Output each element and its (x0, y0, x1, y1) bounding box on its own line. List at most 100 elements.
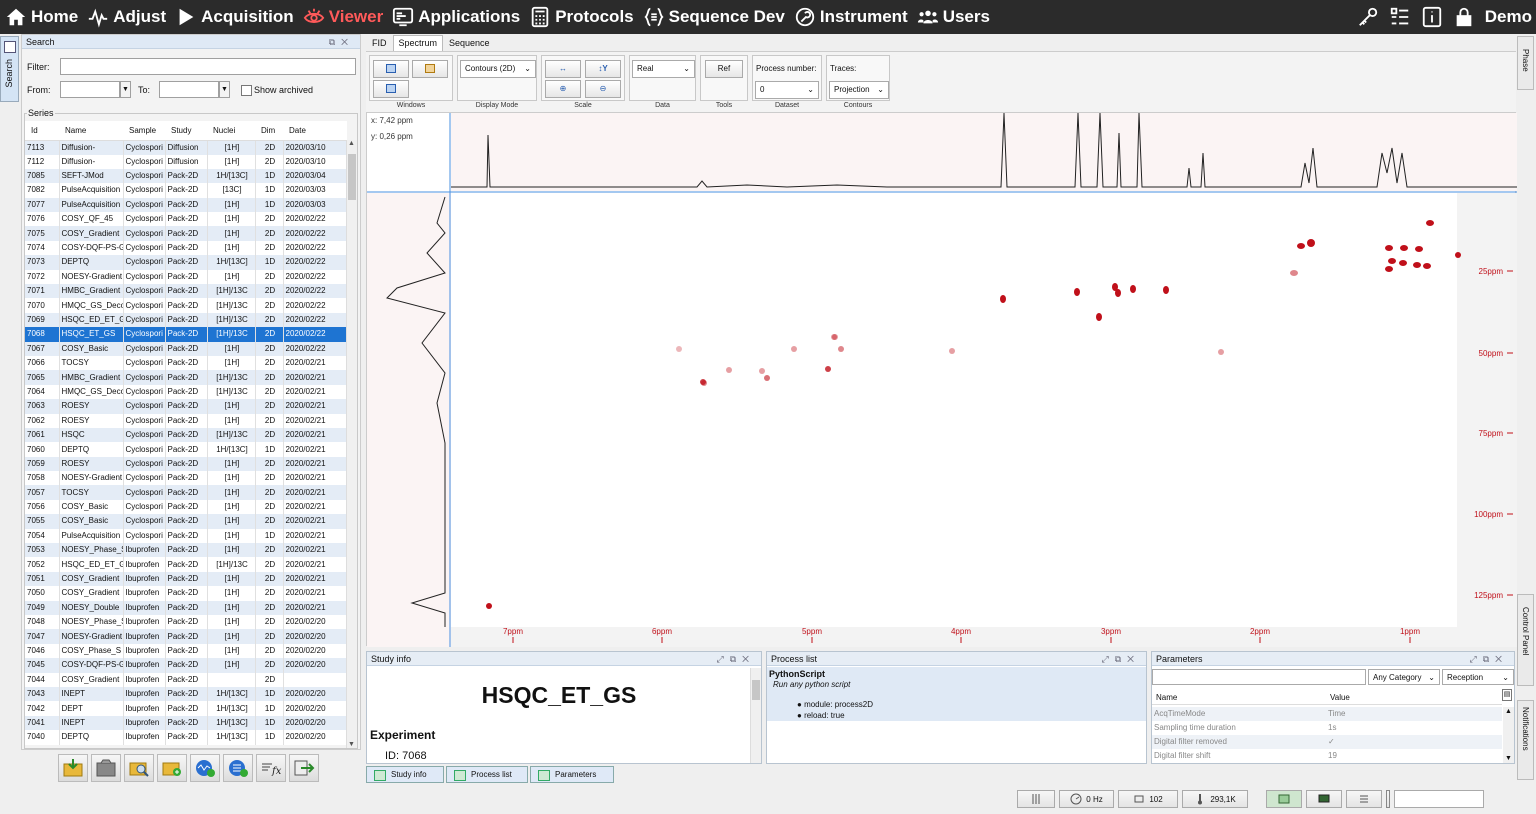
series-scrollbar[interactable]: ▲ ▼ (346, 140, 357, 748)
status-counter[interactable]: 102 (1118, 790, 1178, 808)
category-select[interactable]: Any Category ⌄ (1368, 669, 1440, 685)
search-side-tab[interactable]: Search (0, 36, 19, 102)
table-row[interactable]: 7052 HSQC_ED_ET_G Ibuprofen Pack-2D [1H]/13C… (25, 557, 348, 572)
table-row[interactable]: 7047 NOESY-Gradient Ibuprofen Pack-2D [1H] 2D… (25, 629, 348, 644)
pin-icon[interactable]: ⤢ (1470, 654, 1483, 664)
status-frequency[interactable]: 0 Hz (1059, 790, 1114, 808)
close-icon[interactable]: ✕ (341, 37, 354, 47)
scroll-down-icon[interactable]: ▼ (1505, 755, 1512, 762)
table-row[interactable]: 7063 ROESY Cyclospori Pack-2D [1H] 2D 2020/02/… (25, 399, 348, 414)
table-row[interactable]: 7044 COSY_Gradient Ibuprofen Pack-2D 2D (25, 672, 348, 687)
table-row[interactable]: 7041 INEPT Ibuprofen Pack-2D 1H/[13C] 1D 2020/… (25, 715, 348, 731)
filter-input[interactable] (60, 58, 356, 75)
phase-side-tab[interactable]: Phase (1517, 36, 1534, 90)
table-row[interactable]: 7040 DEPTQ Ibuprofen Pack-2D 1H/[13C] 1D 2020/… (25, 730, 348, 745)
notifications-side-tab[interactable]: Notifications (1517, 700, 1534, 780)
lock-icon[interactable] (1453, 6, 1475, 28)
to-dropdown-icon[interactable]: ▼ (219, 81, 230, 98)
archive-button[interactable] (91, 754, 121, 782)
table-row[interactable]: 7075 COSY_Gradient Cyclospori Pack-2D [1H] 2D… (25, 226, 348, 241)
status-layout-3[interactable] (1346, 790, 1382, 808)
close-icon[interactable]: ✕ (1127, 654, 1140, 664)
table-row[interactable]: 7056 COSY_Basic Cyclospori Pack-2D [1H] 2D 202… (25, 499, 348, 515)
scroll-down-icon[interactable]: ▼ (348, 741, 355, 748)
data-select[interactable]: Real ⌄ (632, 60, 695, 78)
column-header[interactable]: Id (25, 121, 59, 141)
float-icon[interactable]: ⧉ (329, 37, 341, 47)
table-row[interactable]: 7057 TOCSY Cyclospori Pack-2D [1H] 2D 2020/02/… (25, 485, 348, 500)
table-row[interactable]: 7071 HMBC_Gradient Cyclospori Pack-2D [1H]/1… (25, 284, 348, 299)
scroll-up-icon[interactable]: ▲ (1505, 708, 1512, 715)
status-temperature[interactable]: 293,1K (1182, 790, 1248, 808)
table-row[interactable]: 7074 COSY-DQF-PS-G Cyclospori Pack-2D [1H] 2D… (25, 240, 348, 256)
window-split-button[interactable] (373, 80, 409, 98)
nav-adjust[interactable]: Adjust (82, 0, 170, 34)
table-row[interactable]: 7049 NOESY_Double Ibuprofen Pack-2D [1H] 2D 20… (25, 600, 348, 615)
float-icon[interactable]: ⧉ (730, 654, 742, 664)
table-row[interactable]: 7061 HSQC Cyclospori Pack-2D [1H]/13C 2D 2020/… (25, 427, 348, 443)
tab-parameters[interactable]: Parameters (530, 766, 614, 783)
table-row[interactable]: 7077 PulseAcquisition Cyclospori Pack-2D [1H… (25, 197, 348, 213)
tab-spectrum[interactable]: Spectrum (392, 35, 444, 51)
status-layout-2[interactable] (1306, 790, 1342, 808)
tab-sequence[interactable]: Sequence (443, 35, 496, 51)
scroll-thumb[interactable] (348, 154, 356, 200)
parameter-row[interactable]: Digital filter removed ✓ (1152, 735, 1502, 749)
close-icon[interactable]: ✕ (1495, 654, 1508, 664)
window-layout-button[interactable] (373, 60, 409, 78)
table-row[interactable]: 7067 COSY_Basic Cyclospori Pack-2D [1H] 2D 202… (25, 341, 348, 356)
add-folder-button[interactable] (157, 754, 187, 782)
table-row[interactable]: 7113 Diffusion- Cyclospori Diffusion [1H] 2D 2… (25, 140, 348, 155)
table-row[interactable]: 7058 NOESY-Gradient Cyclospori Pack-2D [1H] 2… (25, 471, 348, 486)
column-header[interactable]: Sample (123, 121, 165, 141)
pin-icon[interactable]: ⤢ (717, 654, 730, 664)
table-row[interactable]: 7050 COSY_Gradient Ibuprofen Pack-2D [1H] 2D 2… (25, 586, 348, 601)
status-layout-1[interactable] (1266, 790, 1302, 808)
table-row[interactable]: 7043 INEPT Ibuprofen Pack-2D 1H/[13C] 1D 2020/… (25, 686, 348, 702)
parameter-row[interactable]: AcqTimeMode Time (1152, 707, 1502, 721)
table-row[interactable]: 7060 DEPTQ Cyclospori Pack-2D 1H/[13C] 1D 2020… (25, 442, 348, 457)
zoom-in-button[interactable]: ⊕ (545, 80, 581, 98)
table-row[interactable]: 7085 SEFT-JMod Cyclospori Pack-2D 1H/[13C] 1D… (25, 168, 348, 184)
display-mode-select[interactable]: Contours (2D) ⌄ (460, 60, 536, 78)
pin-icon[interactable]: ⤢ (1102, 654, 1115, 664)
from-dropdown-icon[interactable]: ▼ (120, 81, 131, 98)
nav-acquisition[interactable]: Acquisition (170, 0, 298, 34)
nav-sequence-dev[interactable]: Sequence Dev (638, 0, 789, 34)
table-row[interactable]: 7066 TOCSY Cyclospori Pack-2D [1H] 2D 2020/02/… (25, 355, 348, 371)
table-row[interactable]: 7055 COSY_Basic Cyclospori Pack-2D [1H] 2D 202… (25, 514, 348, 529)
from-date-input[interactable] (60, 81, 120, 98)
column-header[interactable]: Date (283, 121, 347, 141)
table-row[interactable]: 7062 ROESY Cyclospori Pack-2D [1H] 2D 2020/02/… (25, 413, 348, 428)
window-overlay-button[interactable] (412, 60, 448, 78)
columns-menu-icon[interactable]: ▤ (1502, 689, 1512, 701)
nav-instrument[interactable]: Instrument (789, 0, 912, 34)
add-process-button[interactable] (190, 754, 220, 782)
tab-fid[interactable]: FID (366, 35, 393, 51)
scale-x-button[interactable]: ↔ (545, 60, 581, 78)
spectrum-view[interactable]: 7ppm 6ppm 5ppm 4ppm 3ppm 2ppm 1ppm 25ppm 50ppm 7… (366, 112, 1517, 647)
show-archived-checkbox[interactable] (241, 85, 252, 96)
spectrum-plot[interactable]: 7ppm 6ppm 5ppm 4ppm 3ppm 2ppm 1ppm 25ppm 50ppm 7… (367, 112, 1517, 647)
nav-protocols[interactable]: Protocols (524, 0, 637, 34)
scroll-up-icon[interactable]: ▲ (348, 140, 355, 147)
zoom-out-button[interactable]: ⊖ (585, 80, 621, 98)
control-panel-side-tab[interactable]: Control Panel (1517, 594, 1534, 686)
reception-select[interactable]: Reception ⌄ (1442, 669, 1514, 685)
study-info-scroll-thumb[interactable] (752, 680, 760, 700)
table-row[interactable]: 7068 HSQC_ET_GS Cyclospori Pack-2D [1H]/13C 2… (25, 327, 348, 342)
table-row[interactable]: 7112 Diffusion- Cyclospori Diffusion [1H] 2D 2… (25, 154, 348, 169)
table-row[interactable]: 7069 HSQC_ED_ET_G Cyclospori Pack-2D [1H]/13… (25, 312, 348, 328)
nav-home[interactable]: Home (0, 0, 82, 34)
user-name[interactable]: Demo (1485, 7, 1532, 27)
column-header[interactable]: Study (165, 121, 207, 141)
table-row[interactable]: 7051 COSY_Gradient Ibuprofen Pack-2D [1H] 2D 2… (25, 571, 348, 587)
table-row[interactable]: 7073 DEPTQ Cyclospori Pack-2D 1H/[13C] 1D 2020… (25, 255, 348, 270)
parameters-search-input[interactable] (1152, 669, 1366, 685)
tab-process-list[interactable]: Process list (446, 766, 528, 783)
table-row[interactable]: 7054 PulseAcquisition Cyclospori Pack-2D [1H… (25, 528, 348, 544)
table-row[interactable]: 7048 NOESY_Phase_S Ibuprofen Pack-2D [1H] 2D 2… (25, 615, 348, 630)
float-icon[interactable]: ⧉ (1483, 654, 1495, 664)
nav-users[interactable]: Users (912, 0, 994, 34)
nav-viewer[interactable]: Viewer (298, 0, 388, 34)
